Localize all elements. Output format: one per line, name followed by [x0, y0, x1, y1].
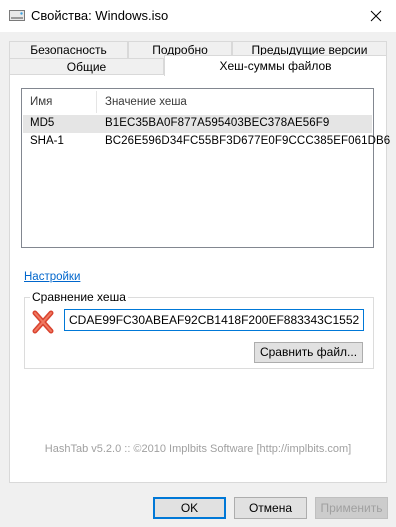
- hash-value: BC26E596D34FC55BF3D677E0F9CCC385EF061DB6: [105, 135, 391, 147]
- hash-compare-input[interactable]: [64, 309, 364, 331]
- hash-compare-title: Сравнение хеша: [30, 290, 128, 304]
- apply-button[interactable]: Применить: [315, 497, 388, 519]
- ok-button[interactable]: OK: [153, 497, 226, 519]
- compare-file-button[interactable]: Сравнить файл...: [254, 342, 363, 363]
- list-item[interactable]: MD5 B1EC35BA0F877A595403BEC378AE56F9: [23, 115, 372, 133]
- hash-value: B1EC35BA0F877A595403BEC378AE56F9: [105, 117, 330, 129]
- hash-list[interactable]: Имя Значение хеша MD5 B1EC35BA0F877A5954…: [21, 88, 390, 248]
- column-header-hash[interactable]: Значение хеша: [105, 96, 187, 108]
- list-header: Имя Значение хеша: [22, 89, 373, 115]
- tab-file-hashes[interactable]: Хеш-суммы файлов: [164, 55, 387, 76]
- column-header-name[interactable]: Имя: [30, 96, 52, 108]
- footer-credits: HashTab v5.2.0 :: ©2010 Implbits Softwar…: [44, 443, 352, 455]
- cancel-button[interactable]: Отмена: [234, 497, 307, 519]
- close-button[interactable]: [356, 0, 396, 32]
- settings-link[interactable]: Настройки: [24, 271, 80, 283]
- close-icon: [370, 10, 382, 22]
- tab-security[interactable]: Безопасность: [9, 41, 128, 58]
- drive-icon: [9, 10, 25, 21]
- red-x-icon: [32, 310, 54, 334]
- list-item[interactable]: SHA-1 BC26E596D34FC55BF3D677E0F9CCC385EF…: [23, 133, 390, 151]
- window-title: Свойства: Windows.iso: [31, 8, 169, 23]
- hash-name: MD5: [30, 117, 55, 129]
- tab-general[interactable]: Общие: [9, 58, 164, 75]
- hash-name: SHA-1: [30, 135, 64, 147]
- title-bar: Свойства: Windows.iso: [0, 0, 396, 32]
- column-separator[interactable]: [96, 91, 97, 113]
